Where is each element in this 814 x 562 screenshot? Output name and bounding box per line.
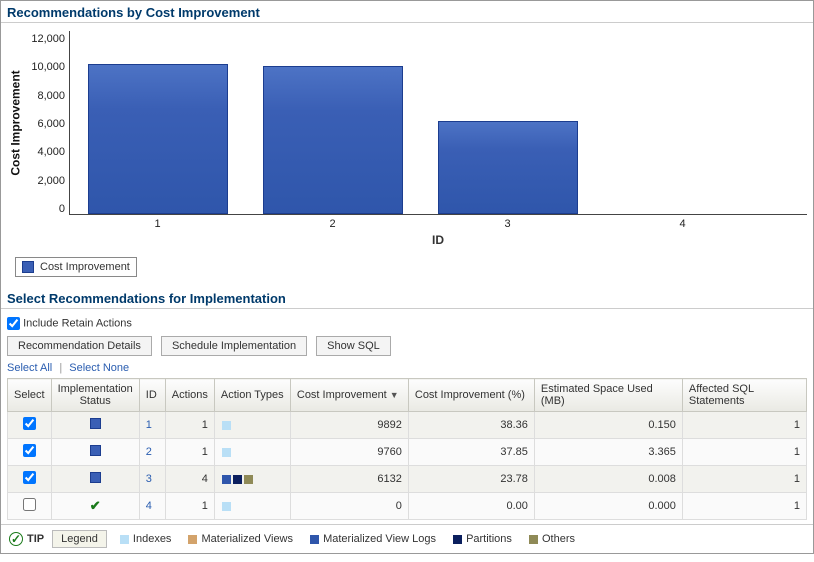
show-sql-button[interactable]: Show SQL [316,336,391,356]
chart-xtick: 3 [438,218,578,230]
col-actions[interactable]: Actions [165,379,214,412]
chart-plot: 1234 [69,31,807,215]
part-icon [233,475,242,484]
indexes-swatch [120,535,129,544]
select-none-link[interactable]: Select None [69,362,129,374]
status-pending-icon [90,472,101,483]
recommendations-table: Select Implementation Status ID Actions … [7,378,807,520]
row-affected: 1 [682,412,806,439]
status-done-icon: ✔ [90,498,101,513]
status-pending-icon [90,418,101,429]
col-select[interactable]: Select [8,379,52,412]
chart-bar [263,66,403,214]
sort-desc-icon: ▼ [390,390,399,400]
col-cost-imp[interactable]: Cost Improvement▼ [290,379,408,412]
oth-swatch [529,535,538,544]
col-action-types[interactable]: Action Types [214,379,290,412]
chart-xtick: 4 [613,218,753,230]
include-retain-label: Include Retain Actions [23,318,132,330]
chart-panel: Cost Improvement 12,00010,0008,0006,0004… [1,25,813,287]
table-row: 21976037.853.3651 [8,439,807,466]
schedule-implementation-button[interactable]: Schedule Implementation [161,336,307,356]
row-select-checkbox[interactable] [23,498,36,511]
row-cost: 9892 [290,412,408,439]
row-affected: 1 [682,466,806,493]
mvl-swatch [310,535,319,544]
chart-yaxis: 12,00010,0008,0006,0004,0002,0000 [25,31,69,215]
row-actions: 1 [165,412,214,439]
chart-xtick: 1 [88,218,228,230]
table-row: 11989238.360.1501 [8,412,807,439]
row-action-types [214,439,290,466]
col-cost-imp-pct[interactable]: Cost Improvement (%) [408,379,534,412]
tip-icon: ✓ [9,532,23,546]
row-action-types [214,466,290,493]
legend-button[interactable]: Legend [52,530,107,548]
cost-improvement-swatch [22,261,34,273]
row-space: 0.008 [534,466,682,493]
status-pending-icon [90,445,101,456]
row-cost: 6132 [290,466,408,493]
idx-icon [222,448,231,457]
row-pct: 37.85 [408,439,534,466]
chart-ylabel: Cost Improvement [9,70,23,175]
chart-legend: Cost Improvement [15,257,137,277]
chart-title: Recommendations by Cost Improvement [1,1,813,23]
tip-row: ✓ TIP Legend Indexes Materialized Views … [1,524,813,553]
recommendation-details-button[interactable]: Recommendation Details [7,336,152,356]
chart-bar [88,64,228,214]
row-actions: 4 [165,466,214,493]
row-pct: 23.78 [408,466,534,493]
row-action-types [214,412,290,439]
row-id-link[interactable]: 4 [146,500,152,512]
oth-icon [244,475,253,484]
row-space: 3.365 [534,439,682,466]
row-select-checkbox[interactable] [23,417,36,430]
row-id-link[interactable]: 2 [146,446,152,458]
row-cost: 0 [290,493,408,520]
row-cost: 9760 [290,439,408,466]
idx-icon [222,421,231,430]
row-actions: 1 [165,439,214,466]
col-impl-status[interactable]: Implementation Status [51,379,139,412]
include-retain-checkbox[interactable] [7,317,20,330]
row-select-checkbox[interactable] [23,471,36,484]
select-all-link[interactable]: Select All [7,362,52,374]
row-space: 0.000 [534,493,682,520]
row-action-types [214,493,290,520]
col-space[interactable]: Estimated Space Used (MB) [534,379,682,412]
row-affected: 1 [682,439,806,466]
section2-title: Select Recommendations for Implementatio… [1,287,813,309]
row-id-link[interactable]: 1 [146,419,152,431]
mvl-icon [222,475,231,484]
row-affected: 1 [682,493,806,520]
col-id[interactable]: ID [139,379,165,412]
row-id-link[interactable]: 3 [146,473,152,485]
chart-legend-label: Cost Improvement [40,261,130,273]
idx-icon [222,502,231,511]
chart-bar [438,121,578,214]
row-pct: 0.00 [408,493,534,520]
mv-swatch [188,535,197,544]
col-affected[interactable]: Affected SQL Statements [682,379,806,412]
chart-area: Cost Improvement 12,00010,0008,0006,0004… [7,25,807,215]
row-space: 0.150 [534,412,682,439]
tip-label: TIP [27,533,44,545]
chart-xtick: 2 [263,218,403,230]
part-swatch [453,535,462,544]
row-actions: 1 [165,493,214,520]
row-pct: 38.36 [408,412,534,439]
table-row: 3 4 613223.780.0081 [8,466,807,493]
row-select-checkbox[interactable] [23,444,36,457]
table-row: ✔4100.000.0001 [8,493,807,520]
